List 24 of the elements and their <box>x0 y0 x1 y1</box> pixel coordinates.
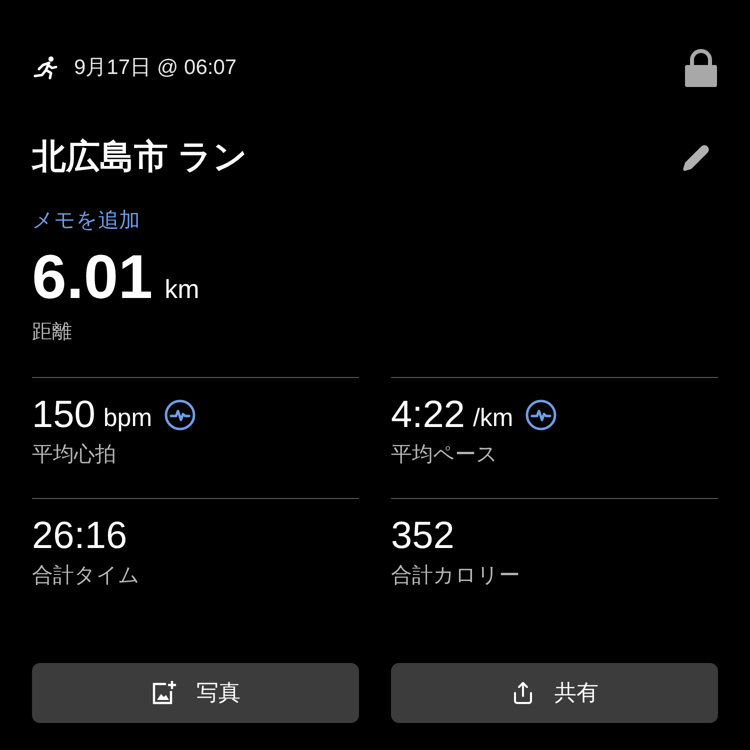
stat-unit: /km <box>472 402 514 434</box>
distance-label: 距離 <box>32 320 73 344</box>
stat-label: 平均心拍 <box>32 442 117 468</box>
activity-chart-icon[interactable] <box>525 399 558 432</box>
distance-unit: km <box>164 272 200 306</box>
add-photo-icon <box>150 680 176 706</box>
activity-date: 9月17日 @ 06:07 <box>74 55 237 82</box>
activity-chart-icon[interactable] <box>164 399 196 432</box>
stat-label: 合計カロリー <box>391 563 521 589</box>
distance-value: 6.01 <box>32 246 153 308</box>
stat-value: 26:16 <box>32 514 128 558</box>
add-memo-link[interactable]: メモを追加 <box>32 209 140 232</box>
photo-button[interactable]: 写真 <box>32 662 359 722</box>
edit-icon[interactable] <box>682 144 710 172</box>
stat-label: 合計タイム <box>32 563 141 589</box>
stat-value: 4:22 <box>391 392 465 438</box>
share-button[interactable]: 共有 <box>391 662 718 722</box>
lock-icon[interactable] <box>684 49 718 87</box>
stat-unit: bpm <box>103 402 152 434</box>
stat-value: 352 <box>391 514 454 558</box>
stat-label: 平均ペース <box>391 442 499 468</box>
runner-icon <box>32 56 58 80</box>
activity-title: 北広島市 ラン <box>32 137 248 178</box>
stat-value: 150 <box>32 392 96 438</box>
